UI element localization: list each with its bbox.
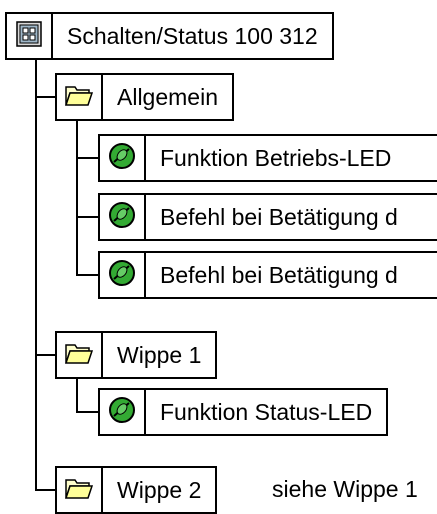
- folder-icon: [64, 476, 94, 505]
- tree-node-allgemein[interactable]: Allgemein: [55, 73, 234, 121]
- tree-node-param-status-led[interactable]: Funktion Status-LED: [98, 388, 389, 436]
- wippe-2-note: siehe Wippe 1: [272, 476, 418, 502]
- tree-line-root-vertical: [35, 44, 37, 490]
- tree-node-wippe-2-label: Wippe 2: [117, 477, 202, 503]
- folder-icon: [64, 341, 94, 370]
- tree-line-allgemein-branch: [35, 96, 55, 98]
- tree-node-wippe-2[interactable]: Wippe 2: [55, 466, 218, 514]
- folder-icon: [64, 83, 94, 112]
- tree-node-wippe-1-label: Wippe 1: [117, 342, 202, 368]
- tree-node-param-betriebs-led-label: Funktion Betriebs-LED: [160, 145, 392, 171]
- tree-node-param-status-led-label: Funktion Status-LED: [160, 399, 373, 425]
- tree-node-param-befehl-2[interactable]: Befehl bei Betätigung d: [98, 251, 437, 299]
- tree-line-wippe1-item-branch: [76, 411, 98, 413]
- parameter-icon: [108, 142, 136, 175]
- parameter-icon: [108, 259, 136, 292]
- tree-node-param-befehl-1[interactable]: Befehl bei Betätigung d: [98, 193, 437, 241]
- tree-node-wippe-1[interactable]: Wippe 1: [55, 331, 218, 379]
- parameter-icon: [108, 201, 136, 234]
- tree-line-wippe1-vertical: [76, 376, 78, 413]
- tree-node-param-betriebs-led[interactable]: Funktion Betriebs-LED: [98, 134, 437, 182]
- tree-line-item2-branch: [76, 216, 98, 218]
- tree-node-param-befehl-1-label: Befehl bei Betätigung d: [160, 204, 398, 230]
- tree-node-allgemein-label: Allgemein: [117, 84, 218, 110]
- tree-node-root-label: Schalten/Status 100 312: [67, 23, 318, 49]
- tree-line-wippe2-branch: [35, 489, 55, 491]
- tree-line-wippe1-branch: [35, 354, 55, 356]
- tree-node-root[interactable]: Schalten/Status 100 312: [5, 12, 334, 60]
- tree-line-item1-branch: [76, 157, 98, 159]
- parameter-icon: [108, 396, 136, 429]
- tree-line-allgemein-vertical: [76, 120, 78, 275]
- device-module-icon: [16, 20, 42, 52]
- tree-node-param-befehl-2-label: Befehl bei Betätigung d: [160, 262, 398, 288]
- tree-line-item3-branch: [76, 274, 98, 276]
